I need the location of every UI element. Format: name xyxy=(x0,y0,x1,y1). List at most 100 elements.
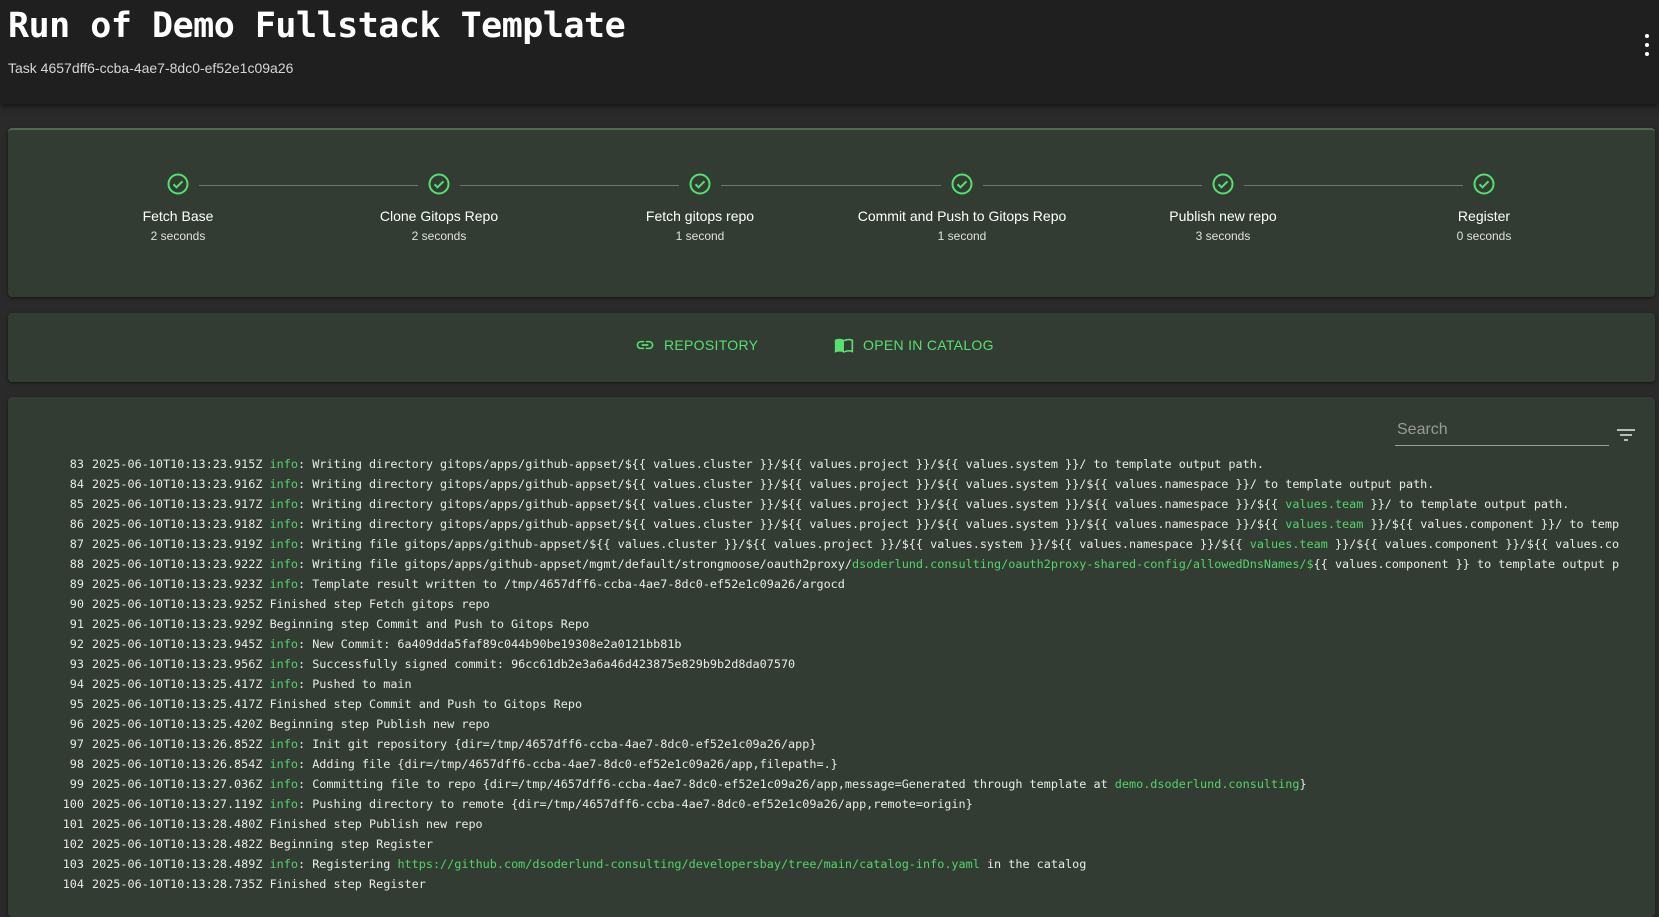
log-timestamp: 2025-06-10T10:13:27.119Z xyxy=(92,797,263,811)
log-level: info xyxy=(269,777,298,791)
log-line: 93 2025-06-10T10:13:23.956Z info: Success… xyxy=(8,654,1649,674)
log-timestamp: 2025-06-10T10:13:23.923Z xyxy=(92,577,263,591)
log-line: 95 2025-06-10T10:13:25.417Z Finished step… xyxy=(8,694,1649,714)
step-duration: 0 seconds xyxy=(1456,229,1512,243)
log-timestamp: 2025-06-10T10:13:23.915Z xyxy=(92,457,263,471)
step-duration: 2 seconds xyxy=(150,229,206,243)
log-highlight: dsoderlund.consulting/oauth2proxy-shared… xyxy=(851,557,1314,571)
log-line: 94 2025-06-10T10:13:25.417Z info: Pushed … xyxy=(8,674,1649,694)
log-text: : Template result written to /tmp/4657df… xyxy=(298,577,845,591)
repository-link-button[interactable]: REPOSITORY xyxy=(635,335,758,355)
log-timestamp: 2025-06-10T10:13:23.925Z xyxy=(92,597,263,611)
log-text: : New Commit: 6a409dda5faf89c044b90be193… xyxy=(298,637,682,651)
log-line: 99 2025-06-10T10:13:27.036Z info: Committ… xyxy=(8,774,1649,794)
log-line-number: 98 xyxy=(69,757,84,771)
log-level: info xyxy=(269,557,298,571)
log-timestamp: 2025-06-10T10:13:23.956Z xyxy=(92,657,263,671)
link-icon xyxy=(636,340,654,350)
log-level: info xyxy=(269,497,298,511)
log-text: : Writing directory gitops/apps/github-a… xyxy=(298,477,1435,491)
log-timestamp: 2025-06-10T10:13:28.482Z xyxy=(92,837,263,851)
log-text: Beginning step Register xyxy=(269,837,433,851)
step-label: Publish new repo xyxy=(1169,208,1277,224)
log-line: 104 2025-06-10T10:13:28.735Z Finished ste… xyxy=(8,874,1649,894)
log-text: : Writing file gitops/apps/github-appset… xyxy=(298,557,852,571)
log-line-number: 89 xyxy=(69,577,84,591)
log-text: : Pushed to main xyxy=(298,677,412,691)
log-viewer-card: 832025-06-10T10:13:23.915Z info: Writing… xyxy=(8,397,1655,917)
check-circle-icon xyxy=(1212,173,1234,195)
log-timestamp: 2025-06-10T10:13:23.922Z xyxy=(92,557,263,571)
log-level: info xyxy=(269,797,298,811)
log-timestamp: 2025-06-10T10:13:25.417Z xyxy=(92,697,263,711)
catalog-book-icon xyxy=(834,338,854,353)
log-line-number: 93 xyxy=(69,657,84,671)
log-line-number: 86 xyxy=(69,517,84,531)
log-line: 83 2025-06-10T10:13:23.915Z info: Writing… xyxy=(8,454,1649,474)
log-level: info xyxy=(269,857,298,871)
log-timestamp: 2025-06-10T10:13:26.854Z xyxy=(92,757,263,771)
log-lines: 83 2025-06-10T10:13:23.915Z info: Writing… xyxy=(8,454,1649,894)
log-text: : Init git repository {dir=/tmp/4657dff6… xyxy=(298,737,817,751)
log-search-input[interactable] xyxy=(1395,415,1613,445)
log-level: info xyxy=(269,757,298,771)
step-label: Commit and Push to Gitops Repo xyxy=(857,208,1067,224)
check-circle-icon xyxy=(951,173,973,195)
log-line: 91 2025-06-10T10:13:23.929Z Beginning ste… xyxy=(8,614,1649,634)
log-line-number: 84 xyxy=(69,477,84,491)
log-timestamp: 2025-06-10T10:13:23.917Z xyxy=(92,497,263,511)
open-in-catalog-button[interactable]: OPEN IN CATALOG xyxy=(834,335,994,355)
check-circle-icon xyxy=(167,173,189,195)
log-line: 97 2025-06-10T10:13:26.852Z info: Init gi… xyxy=(8,734,1649,754)
check-circle-icon xyxy=(428,173,450,195)
step-item: Publish new repo 3 seconds xyxy=(1103,172,1343,243)
log-line: 85 2025-06-10T10:13:23.917Z info: Writing… xyxy=(8,494,1649,514)
log-highlight: values.team xyxy=(1249,537,1328,551)
log-line: 87 2025-06-10T10:13:23.919Z info: Writing… xyxy=(8,534,1649,554)
step-label: Register xyxy=(1457,208,1511,224)
log-level: info xyxy=(269,577,298,591)
log-timestamp: 2025-06-10T10:13:28.480Z xyxy=(92,817,263,831)
log-line: 84 2025-06-10T10:13:23.916Z info: Writing… xyxy=(8,474,1649,494)
step-item: Clone Gitops Repo 2 seconds xyxy=(319,172,559,243)
filter-list-icon[interactable] xyxy=(1614,423,1638,447)
log-highlight[interactable]: https://github.com/dsoderlund-consulting… xyxy=(397,857,979,871)
log-text: : Writing directory gitops/apps/github-a… xyxy=(298,457,1264,471)
log-text: }}/${{ values.component }}/ to temp xyxy=(1363,517,1620,531)
step-item: Fetch Base 2 seconds xyxy=(58,172,298,243)
step-label: Fetch gitops repo xyxy=(645,208,755,224)
log-line-number: 101 xyxy=(62,817,84,831)
log-text: in the catalog xyxy=(979,857,1087,871)
log-line-number: 85 xyxy=(69,497,84,511)
log-line: 100 2025-06-10T10:13:27.119Z info: Pushin… xyxy=(8,794,1649,814)
step-label: Fetch Base xyxy=(142,208,214,224)
log-level: info xyxy=(269,677,298,691)
repository-link-label: REPOSITORY xyxy=(664,337,759,353)
log-highlight: demo.dsoderlund.consulting xyxy=(1114,777,1300,791)
log-line-number: 104 xyxy=(62,877,84,891)
log-text: Finished step Publish new repo xyxy=(269,817,483,831)
step-item: Fetch gitops repo 1 second xyxy=(580,172,820,243)
log-text: : Successfully signed commit: 96cc61db2e… xyxy=(298,657,796,671)
log-line-number: 92 xyxy=(69,637,84,651)
log-search-field[interactable] xyxy=(1395,415,1613,446)
log-text: Finished step Commit and Push to Gitops … xyxy=(269,697,583,711)
log-line-number: 103 xyxy=(62,857,84,871)
log-timestamp: 2025-06-10T10:13:28.489Z xyxy=(92,857,263,871)
more-vert-icon[interactable] xyxy=(1643,34,1651,56)
log-timestamp: 2025-06-10T10:13:23.929Z xyxy=(92,617,263,631)
log-text: : Pushing directory to remote {dir=/tmp/… xyxy=(298,797,973,811)
log-level: info xyxy=(269,657,298,671)
log-text: }}/ to template output path. xyxy=(1363,497,1570,511)
log-text: {{ values.component }} to template outpu… xyxy=(1313,557,1620,571)
page-header: Run of Demo Fullstack Template Task 4657… xyxy=(0,0,1659,104)
log-timestamp: 2025-06-10T10:13:28.735Z xyxy=(92,877,263,891)
log-level: info xyxy=(269,457,298,471)
log-line: 103 2025-06-10T10:13:28.489Z info: Regist… xyxy=(8,854,1649,874)
log-timestamp: 2025-06-10T10:13:23.919Z xyxy=(92,537,263,551)
task-id-subtitle: Task 4657dff6-ccba-4ae7-8dc0-ef52e1c09a2… xyxy=(8,60,294,76)
log-timestamp: 2025-06-10T10:13:23.918Z xyxy=(92,517,263,531)
log-text: } xyxy=(1299,777,1307,791)
log-level: info xyxy=(269,477,298,491)
log-timestamp: 2025-06-10T10:13:27.036Z xyxy=(92,777,263,791)
